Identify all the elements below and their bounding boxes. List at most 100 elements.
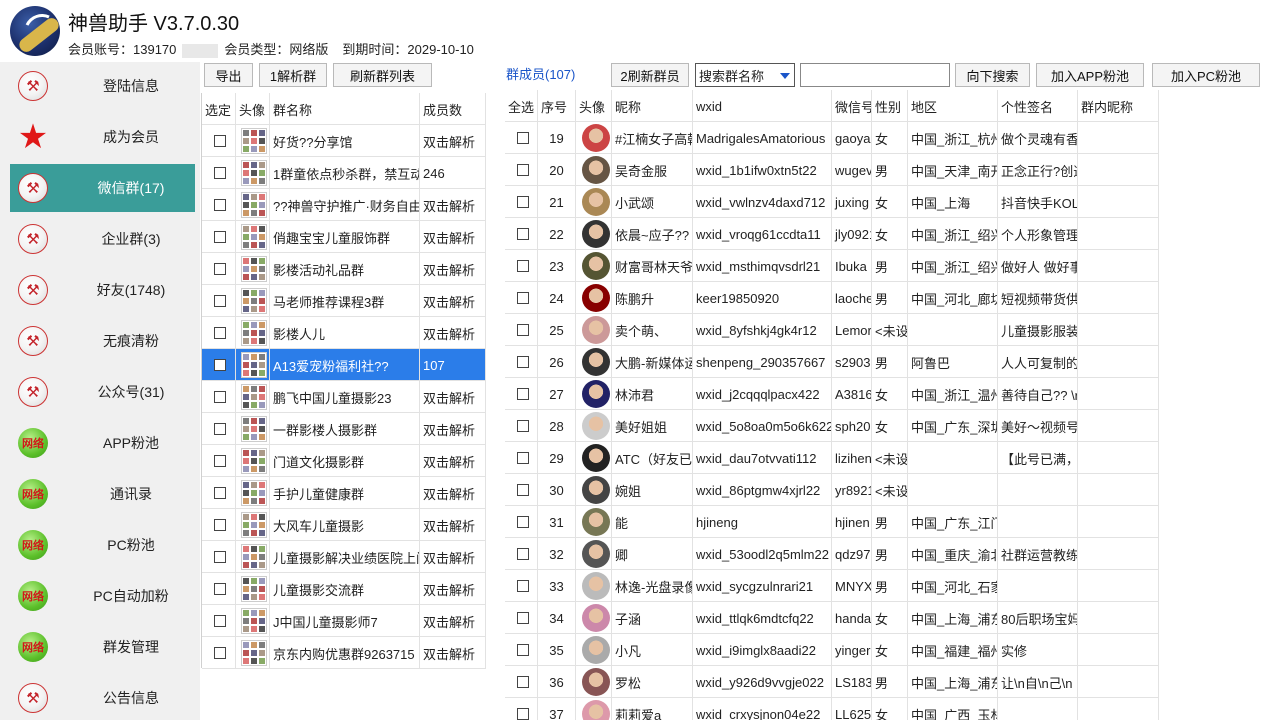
row-checkbox[interactable] <box>517 324 529 336</box>
select-cell[interactable] <box>505 122 538 154</box>
row-checkbox[interactable] <box>214 615 226 627</box>
row-checkbox[interactable] <box>214 551 226 563</box>
table-row[interactable]: 26 大鹏-新媒体运 shenpeng_290357667 s2903 男阿鲁巴 人人可复… <box>505 346 1159 378</box>
row-checkbox[interactable] <box>214 519 226 531</box>
table-row[interactable]: 好货??分享馆 双击解析 <box>202 125 486 157</box>
sidebar-item[interactable]: 网络 APP粉池 <box>10 419 195 467</box>
row-checkbox[interactable] <box>517 196 529 208</box>
table-row[interactable]: A13爱宠粉福利社?? 107 <box>202 349 486 381</box>
row-checkbox[interactable] <box>517 580 529 592</box>
select-cell[interactable] <box>202 317 236 349</box>
select-cell[interactable] <box>202 349 236 381</box>
table-row[interactable]: 儿童摄影交流群 双击解析 <box>202 573 486 605</box>
row-checkbox[interactable] <box>517 228 529 240</box>
sidebar-item[interactable]: ⚒ 公众号(31) <box>10 368 195 416</box>
select-cell[interactable] <box>202 285 236 317</box>
table-row[interactable]: J中国儿童摄影师7 双击解析 <box>202 605 486 637</box>
table-row[interactable]: 京东内购优惠群9263715 双击解析 <box>202 637 486 669</box>
select-cell[interactable] <box>505 570 538 602</box>
table-row[interactable]: 35 小凡 wxid_i9imglx8aadi22 yinger 女中国_福建_福州 实修 <box>505 634 1159 666</box>
refresh-members-button[interactable]: 2刷新群员 <box>611 63 689 87</box>
select-cell[interactable] <box>202 573 236 605</box>
add-pc-pool-button[interactable]: 加入PC粉池 <box>1152 63 1260 87</box>
select-cell[interactable] <box>505 442 538 474</box>
row-checkbox[interactable] <box>517 516 529 528</box>
select-cell[interactable] <box>202 381 236 413</box>
add-app-pool-button[interactable]: 加入APP粉池 <box>1036 63 1144 87</box>
select-cell[interactable] <box>202 605 236 637</box>
table-row[interactable]: 影楼活动礼品群 双击解析 <box>202 253 486 285</box>
table-row[interactable]: 儿童摄影解决业绩医院上门 双击解析 <box>202 541 486 573</box>
select-cell[interactable] <box>505 698 538 720</box>
table-row[interactable]: 影楼人儿 双击解析 <box>202 317 486 349</box>
search-down-button[interactable]: 向下搜索 <box>955 63 1030 87</box>
row-checkbox[interactable] <box>214 647 226 659</box>
table-row[interactable]: 大风车儿童摄影 双击解析 <box>202 509 486 541</box>
row-checkbox[interactable] <box>517 612 529 624</box>
row-checkbox[interactable] <box>214 359 226 371</box>
row-checkbox[interactable] <box>517 356 529 368</box>
row-checkbox[interactable] <box>214 391 226 403</box>
select-cell[interactable] <box>202 637 236 669</box>
table-row[interactable]: 25 卖个萌、 wxid_8yfshkj4gk4r12 Lemor <未设 儿童摄影服装 <box>505 314 1159 346</box>
table-row[interactable]: 手护儿童健康群 双击解析 <box>202 477 486 509</box>
row-checkbox[interactable] <box>214 455 226 467</box>
table-row[interactable]: 27 林沛君 wxid_j2cqqqlpacx422 A3816 女中国_浙江_温州 善待… <box>505 378 1159 410</box>
select-cell[interactable] <box>505 154 538 186</box>
sidebar-item[interactable]: ⚒ 好友(1748) <box>10 266 195 314</box>
select-cell[interactable] <box>202 509 236 541</box>
select-cell[interactable] <box>202 413 236 445</box>
row-checkbox[interactable] <box>517 548 529 560</box>
sidebar-item[interactable]: ⚒ 无痕清粉 <box>10 317 195 365</box>
row-checkbox[interactable] <box>517 644 529 656</box>
sidebar-item[interactable]: ⚒ 企业群(3) <box>10 215 195 263</box>
sidebar-item[interactable]: 网络 通讯录 <box>10 470 195 518</box>
table-row[interactable]: 30 婉姐 wxid_86ptgmw4xjrl22 yr8921 <未设 <box>505 474 1159 506</box>
select-cell[interactable] <box>505 378 538 410</box>
table-row[interactable]: 32 卿 wxid_53oodl2q5mlm22 qdz97 男中国_重庆_渝北 社群运营… <box>505 538 1159 570</box>
select-cell[interactable] <box>202 253 236 285</box>
search-input[interactable] <box>800 63 950 87</box>
select-cell[interactable] <box>202 157 236 189</box>
table-row[interactable]: 36 罗松 wxid_y926d9vvgje022 LS183 男中国_上海_浦东 让\n… <box>505 666 1159 698</box>
table-row[interactable]: 31 能 hjineng hjinen 男中国_广东_江门 <box>505 506 1159 538</box>
select-cell[interactable] <box>202 189 236 221</box>
row-checkbox[interactable] <box>214 135 226 147</box>
table-row[interactable]: 24 陈鹏升 keer19850920 laoche 男中国_河北_廊坊 短视频带货供 <box>505 282 1159 314</box>
row-checkbox[interactable] <box>517 260 529 272</box>
table-row[interactable]: 22 依晨~应子??wxid_vroqg61ccdta11jly0921女中国_浙… <box>505 218 1159 250</box>
select-cell[interactable] <box>505 346 538 378</box>
column-header[interactable]: 选定 <box>202 93 236 125</box>
select-cell[interactable] <box>505 250 538 282</box>
table-row[interactable]: 19 #江楠女子高韩 MadrigalesAmatorious gaoya 女中国_浙江… <box>505 122 1159 154</box>
table-row[interactable]: 俏趣宝宝儿童服饰群 双击解析 <box>202 221 486 253</box>
table-row[interactable]: 29 ATC（好友已满wxid_dau7otvvati112lizihen<未设 【… <box>505 442 1159 474</box>
row-checkbox[interactable] <box>214 199 226 211</box>
select-cell[interactable] <box>202 541 236 573</box>
table-row[interactable]: 23 财富哥林天爷 wxid_msthimqvsdrl21 Ibuka 男中国_浙江_绍… <box>505 250 1159 282</box>
row-checkbox[interactable] <box>517 420 529 432</box>
sidebar-item[interactable]: ⚒ 公告信息 <box>10 674 195 722</box>
row-checkbox[interactable] <box>517 292 529 304</box>
table-row[interactable]: 门道文化摄影群 双击解析 <box>202 445 486 477</box>
search-type-select[interactable]: 搜索群名称 <box>695 63 795 87</box>
row-checkbox[interactable] <box>214 263 226 275</box>
sidebar-item[interactable]: ⚒ 微信群(17) <box>10 164 195 212</box>
select-cell[interactable] <box>505 634 538 666</box>
row-checkbox[interactable] <box>214 487 226 499</box>
row-checkbox[interactable] <box>214 423 226 435</box>
row-checkbox[interactable] <box>517 132 529 144</box>
select-cell[interactable] <box>505 218 538 250</box>
row-checkbox[interactable] <box>214 231 226 243</box>
row-checkbox[interactable] <box>517 164 529 176</box>
row-checkbox[interactable] <box>214 167 226 179</box>
row-checkbox[interactable] <box>214 327 226 339</box>
column-header[interactable]: 全选 <box>505 90 538 122</box>
sidebar-item[interactable]: ★ 成为会员 <box>10 113 195 161</box>
refresh-group-list-button[interactable]: 刷新群列表 <box>333 63 432 87</box>
select-cell[interactable] <box>505 282 538 314</box>
select-cell[interactable] <box>505 602 538 634</box>
table-row[interactable]: 马老师推荐课程3群 双击解析 <box>202 285 486 317</box>
export-button[interactable]: 导出 <box>204 63 253 87</box>
row-checkbox[interactable] <box>214 583 226 595</box>
